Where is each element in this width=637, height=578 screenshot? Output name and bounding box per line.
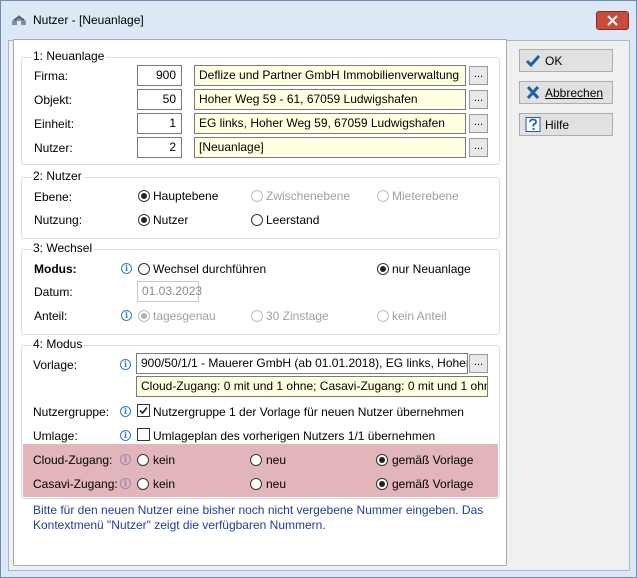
radio-cloud-kein[interactable] [137,454,149,466]
label-kein-anteil[interactable]: kein Anteil [392,309,447,323]
datum-input[interactable]: 01.03.2023 [137,281,202,302]
label-hauptebene[interactable]: Hauptebene [153,189,218,203]
firma-number-input[interactable]: 900 [137,65,182,86]
firma-text-field[interactable]: Deflize und Partner GmbH Immobilienverwa… [194,65,466,86]
close-icon [526,85,540,100]
window-title: Nutzer - [Neuanlage] [33,13,144,27]
radio-hauptebene[interactable] [138,190,150,202]
label-cloud-neu[interactable]: neu [266,453,286,467]
label-tagesgenau[interactable]: tagesgenau [153,309,216,323]
label-umlage: Umlage: [33,429,78,443]
label-zwischenebene[interactable]: Zwischenebene [266,189,350,203]
label-leerstand[interactable]: Leerstand [266,213,319,227]
firma-browse-button[interactable]: ... [469,66,488,85]
label-einheit: Einheit: [34,117,75,131]
nutzer-browse-button[interactable]: ... [469,138,488,157]
checkmark-icon [525,55,541,68]
nutzer-text-field[interactable]: [Neuanlage] [194,137,466,158]
group-title-wechsel: 3: Wechsel [31,241,95,255]
objekt-browse-button[interactable]: ... [469,90,488,109]
label-nutzergruppe: Nutzergruppe: [33,405,110,419]
radio-nutzer[interactable] [138,214,150,226]
label-casavi-kein[interactable]: kein [153,477,175,491]
label-anteil: Anteil: [34,309,68,323]
label-30-zinstage[interactable]: 30 Zinstage [266,309,329,323]
dialog-window: Nutzer - [Neuanlage] 1: Neuanlage Firma:… [0,0,637,578]
label-cloud-zugang: Cloud-Zugang: [33,453,113,467]
vorlage-browse-button[interactable]: ... [469,354,488,373]
group-title-neuanlage: 1: Neuanlage [31,49,107,63]
radio-casavi-gemaess-vorlage[interactable] [376,478,388,490]
radio-kein-anteil[interactable] [377,310,389,322]
label-mieterebene[interactable]: Mieterebene [392,189,459,203]
radio-leerstand[interactable] [251,214,263,226]
nutzer-number-input[interactable]: 2 [137,137,182,158]
label-objekt: Objekt: [34,93,73,107]
close-button[interactable] [596,11,629,30]
einheit-text-field[interactable]: EG links, Hoher Weg 59, 67059 Ludwigshaf… [194,113,466,134]
label-modus: Modus: [34,262,77,276]
label-vorlage: Vorlage: [33,358,78,372]
objekt-text-field[interactable]: Hoher Weg 59 - 61, 67059 Ludwigshafen [194,89,466,110]
label-cloud-kein[interactable]: kein [153,453,175,467]
radio-casavi-kein[interactable] [137,478,149,490]
label-umlage-checkbox[interactable]: Umlageplan des vorherigen Nutzers 1/1 üb… [153,429,435,443]
vorlage-tooltip: Cloud-Zugang: 0 mit und 1 ohne; Casavi-Z… [136,376,488,397]
umlage-checkbox[interactable] [137,428,150,441]
label-cloud-gemaess-vorlage[interactable]: gemäß Vorlage [392,453,473,467]
info-icon[interactable]: i [121,310,132,321]
label-nutzer: Nutzer: [34,141,73,155]
help-label: Hilfe [545,118,570,132]
label-nutzung-nutzer[interactable]: Nutzer [153,213,188,227]
cancel-button[interactable]: Abbrechen [519,81,613,104]
info-icon[interactable]: i [120,478,131,489]
help-button[interactable]: Hilfe [519,113,613,136]
help-icon [525,117,541,132]
label-wechsel-durchfuehren[interactable]: Wechsel durchführen [153,262,266,276]
radio-nur-neuanlage[interactable] [377,263,389,275]
label-nutzung: Nutzung: [34,213,83,227]
label-ebene: Ebene: [34,190,73,204]
objekt-number-input[interactable]: 50 [137,89,182,110]
info-icon[interactable]: i [120,430,131,441]
cancel-label: Abbrechen [545,86,604,100]
hint-text: Bitte für den neuen Nutzer eine bisher n… [33,503,484,532]
label-casavi-gemaess-vorlage[interactable]: gemäß Vorlage [392,477,473,491]
title-bar[interactable]: Nutzer - [Neuanlage] [1,1,636,39]
group-nutzer [21,177,500,239]
label-nur-neuanlage[interactable]: nur Neuanlage [392,262,471,276]
label-datum: Datum: [34,285,73,299]
label-nutzergruppe-checkbox[interactable]: Nutzergruppe 1 der Vorlage für neuen Nut… [153,405,464,419]
app-icon [12,15,26,25]
radio-cloud-gemaess-vorlage[interactable] [376,454,388,466]
label-firma: Firma: [34,69,68,83]
label-casavi-neu[interactable]: neu [266,477,286,491]
radio-zwischenebene[interactable] [251,190,263,202]
radio-wechsel-durchfuehren[interactable] [138,263,150,275]
vorlage-field[interactable]: 900/50/1/1 - Mauerer GmbH (ab 01.01.2018… [136,353,468,374]
ok-label: OK [545,54,563,68]
einheit-number-input[interactable]: 1 [137,113,182,134]
radio-30-zinstage[interactable] [251,310,263,322]
label-casavi-zugang: Casavi-Zugang: [33,477,118,491]
close-icon [607,15,618,26]
ok-button[interactable]: OK [519,49,613,72]
nutzergruppe-checkbox[interactable] [137,404,150,417]
checkmark-icon [139,406,148,415]
info-icon[interactable]: i [121,263,132,274]
einheit-browse-button[interactable]: ... [469,114,488,133]
radio-casavi-neu[interactable] [250,478,262,490]
group-title-nutzer: 2: Nutzer [31,169,84,183]
info-icon[interactable]: i [120,454,131,465]
radio-cloud-neu[interactable] [250,454,262,466]
info-icon[interactable]: i [120,359,131,370]
radio-tagesgenau[interactable] [138,310,150,322]
info-icon[interactable]: i [120,406,131,417]
group-title-modus: 4: Modus [31,337,85,351]
radio-mieterebene[interactable] [377,190,389,202]
